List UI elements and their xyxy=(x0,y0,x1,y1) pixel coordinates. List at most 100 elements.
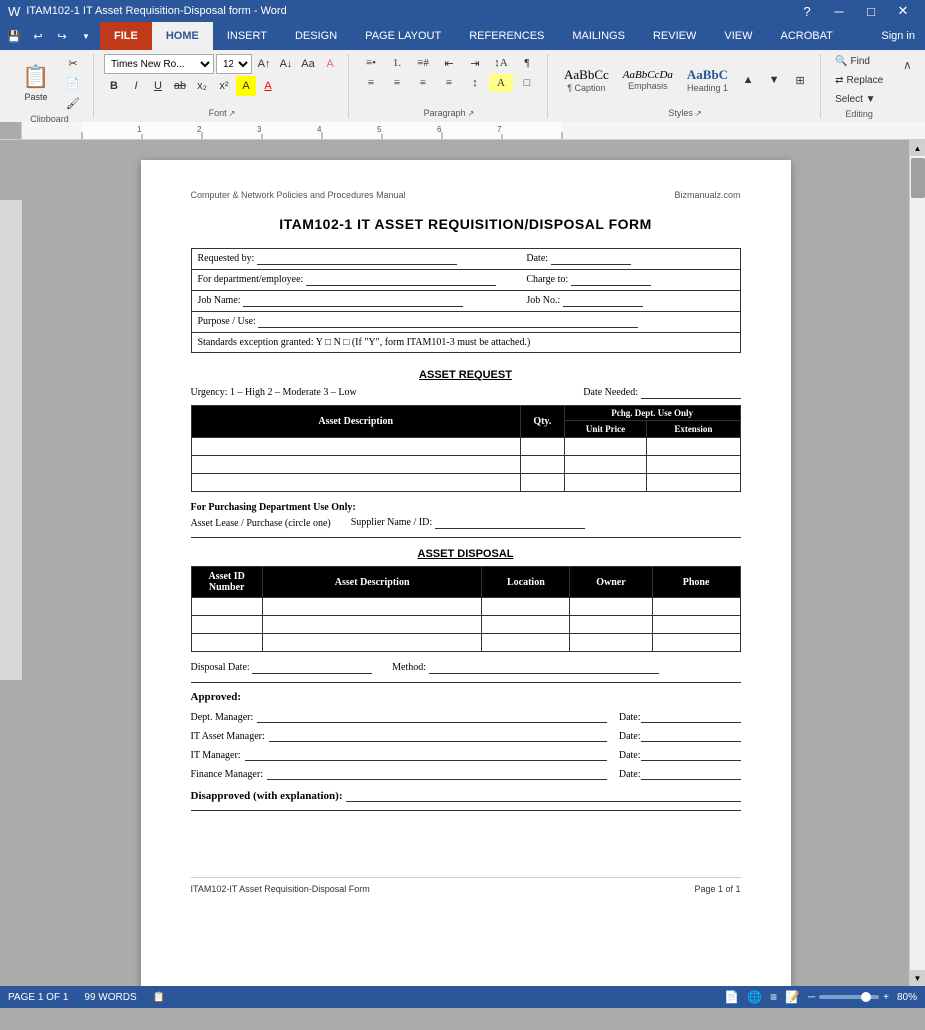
cut-btn[interactable]: ✂ xyxy=(61,54,85,72)
undo-qa-btn[interactable]: ↩ xyxy=(28,27,48,45)
view-outline-btn[interactable]: ≡ xyxy=(770,990,777,1004)
find-btn[interactable]: 🔍 Find xyxy=(831,54,874,69)
unit-price-header: Unit Price xyxy=(564,421,646,438)
text-effects-btn[interactable]: A xyxy=(320,54,340,74)
paragraph-expand-icon[interactable]: ↗ xyxy=(468,109,475,118)
close-btn[interactable]: ✕ xyxy=(889,0,917,22)
word-icon: W xyxy=(8,4,20,19)
styles-expand-icon[interactable]: ↗ xyxy=(695,109,702,118)
minimize-btn[interactable]: ─ xyxy=(825,0,853,22)
redo-qa-btn[interactable]: ↪ xyxy=(52,27,72,45)
superscript-btn[interactable]: x² xyxy=(214,76,234,96)
bold-btn[interactable]: B xyxy=(104,76,124,96)
align-right-btn[interactable]: ≡ xyxy=(411,74,435,92)
page-count: PAGE 1 OF 1 xyxy=(8,992,68,1003)
tab-acrobat[interactable]: ACROBAT xyxy=(766,22,846,50)
format-painter-btn[interactable]: 🖌 xyxy=(61,94,85,112)
dept-use-header: Pchg. Dept. Use Only xyxy=(564,406,740,421)
styles-scroll-down[interactable]: ▼ xyxy=(762,71,786,89)
line-spacing-btn[interactable]: ↕ xyxy=(463,74,487,92)
collapse-ribbon-btn[interactable]: ∧ xyxy=(903,54,919,118)
justify-btn[interactable]: ≡ xyxy=(437,74,461,92)
copy-btn[interactable]: 📄 xyxy=(61,74,85,92)
customize-qa-btn[interactable]: ▼ xyxy=(76,27,96,45)
tab-mailings[interactable]: MAILINGS xyxy=(558,22,639,50)
style-caption[interactable]: AaBbCc ¶ Caption xyxy=(558,65,615,95)
header-left: Computer & Network Policies and Procedur… xyxy=(191,190,406,200)
doc-scroll[interactable]: Computer & Network Policies and Procedur… xyxy=(22,140,909,986)
subscript-btn[interactable]: x₂ xyxy=(192,76,212,96)
extension-header: Extension xyxy=(647,421,740,438)
align-left-btn[interactable]: ≡ xyxy=(359,74,383,92)
tab-home[interactable]: HOME xyxy=(152,22,213,50)
sign-in-btn[interactable]: Sign in xyxy=(871,26,925,46)
status-left: PAGE 1 OF 1 99 WORDS 📋 xyxy=(8,992,165,1003)
sort-btn[interactable]: ↕A xyxy=(489,54,513,72)
tab-review[interactable]: REVIEW xyxy=(639,22,710,50)
view-draft-btn[interactable]: 📝 xyxy=(785,990,800,1004)
zoom-out-btn[interactable]: ─ xyxy=(808,992,815,1003)
dept-manager-line: Dept. Manager: Date: xyxy=(191,709,741,723)
underline-btn[interactable]: U xyxy=(148,76,168,96)
replace-btn[interactable]: ⇄ Replace xyxy=(831,73,887,88)
font-expand-icon[interactable]: ↗ xyxy=(229,109,236,118)
styles-scroll-up[interactable]: ▲ xyxy=(736,71,760,89)
disposal-row-3 xyxy=(191,634,740,652)
tab-design[interactable]: DESIGN xyxy=(281,22,351,50)
view-web-btn[interactable]: 🌐 xyxy=(747,990,762,1004)
window-title: ITAM102-1 IT Asset Requisition-Disposal … xyxy=(26,5,286,17)
ribbon-content: 📋 Paste ✂ 📄 🖌 Clipboard Times New Ro... … xyxy=(0,50,925,122)
decrease-indent-btn[interactable]: ⇤ xyxy=(437,54,461,72)
style-heading1-label: Heading 1 xyxy=(687,83,728,93)
grow-font-btn[interactable]: A↑ xyxy=(254,54,274,74)
clear-format-btn[interactable]: Aa xyxy=(298,54,318,74)
scroll-thumb[interactable] xyxy=(911,158,925,198)
job-no-cell: Job No.: xyxy=(520,291,740,312)
tab-references[interactable]: REFERENCES xyxy=(455,22,558,50)
proofing-icon[interactable]: 📋 xyxy=(153,992,165,1003)
align-center-btn[interactable]: ≡ xyxy=(385,74,409,92)
increase-indent-btn[interactable]: ⇥ xyxy=(463,54,487,72)
style-emphasis-label: Emphasis xyxy=(628,81,668,91)
document-page: Computer & Network Policies and Procedur… xyxy=(141,160,791,986)
for-dept-cell: For department/employee: xyxy=(191,270,520,291)
numbering-btn[interactable]: 1. xyxy=(385,54,409,72)
tab-page-layout[interactable]: PAGE LAYOUT xyxy=(351,22,455,50)
right-scrollbar[interactable]: ▲ ▼ xyxy=(909,140,925,986)
scroll-down-btn[interactable]: ▼ xyxy=(910,970,925,986)
scroll-up-btn[interactable]: ▲ xyxy=(910,140,925,156)
show-para-btn[interactable]: ¶ xyxy=(515,54,539,72)
zoom-bar[interactable]: ─ + 80% xyxy=(808,992,917,1003)
highlight-btn[interactable]: A xyxy=(236,76,256,96)
paragraph-group: ≡• 1. ≡# ⇤ ⇥ ↕A ¶ ≡ ≡ ≡ ≡ ↕ A □ Paragrap… xyxy=(351,54,548,118)
font-color-btn[interactable]: A xyxy=(258,76,278,96)
maximize-btn[interactable]: □ xyxy=(857,0,885,22)
font-name-select[interactable]: Times New Ro... xyxy=(104,54,214,74)
paste-btn[interactable]: 📋 Paste xyxy=(14,55,58,111)
requested-by-cell: Requested by: xyxy=(191,249,520,270)
italic-btn[interactable]: I xyxy=(126,76,146,96)
styles-expand[interactable]: ⊞ xyxy=(788,71,812,89)
multilevel-btn[interactable]: ≡# xyxy=(411,54,435,72)
svg-text:7: 7 xyxy=(497,125,502,134)
shrink-font-btn[interactable]: A↓ xyxy=(276,54,296,74)
bullets-btn[interactable]: ≡• xyxy=(359,54,383,72)
style-heading1[interactable]: AaBbC Heading 1 xyxy=(681,65,734,95)
it-manager-date xyxy=(641,747,741,761)
footer-right: Page 1 of 1 xyxy=(694,884,740,894)
tab-insert[interactable]: INSERT xyxy=(213,22,281,50)
view-print-btn[interactable]: 📄 xyxy=(724,990,739,1004)
tab-view[interactable]: VIEW xyxy=(710,22,766,50)
style-emphasis[interactable]: AaBbCcDa Emphasis xyxy=(617,67,679,93)
zoom-thumb xyxy=(861,992,871,1002)
font-size-select[interactable]: 12 xyxy=(216,54,252,74)
tab-file[interactable]: FILE xyxy=(100,22,152,50)
borders-btn[interactable]: □ xyxy=(515,74,539,92)
save-qa-btn[interactable]: 💾 xyxy=(4,27,24,45)
shading-btn[interactable]: A xyxy=(489,74,513,92)
zoom-in-btn[interactable]: + xyxy=(883,992,889,1003)
select-btn[interactable]: Select ▼ xyxy=(831,92,879,107)
help-btn[interactable]: ? xyxy=(793,0,821,22)
strikethrough-btn[interactable]: ab xyxy=(170,76,190,96)
zoom-slider[interactable] xyxy=(819,995,879,999)
